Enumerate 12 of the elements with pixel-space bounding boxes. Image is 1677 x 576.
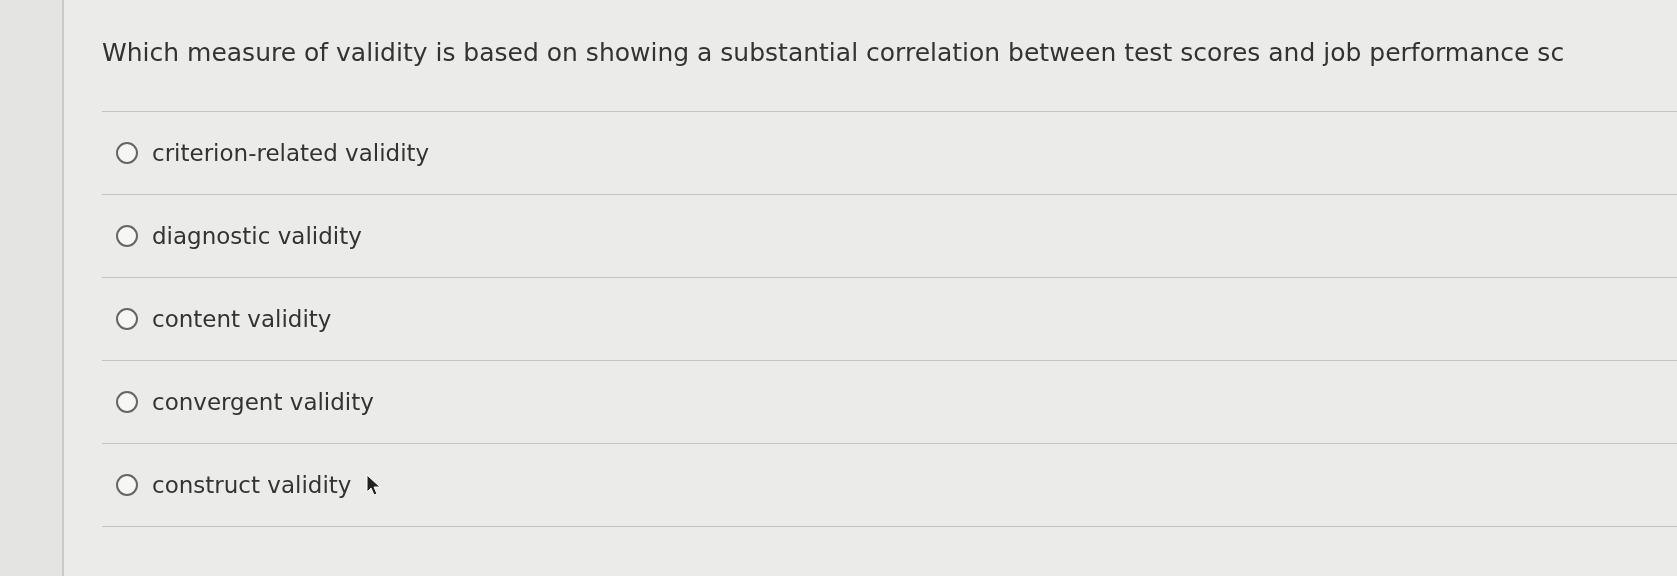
radio-button[interactable]: [116, 474, 138, 496]
option-label[interactable]: criterion-related validity: [152, 140, 430, 166]
option-label[interactable]: convergent validity: [152, 389, 374, 415]
question-text: Which measure of validity is based on showing a substantial correlation between test scores and job performance sc: [102, 38, 1566, 67]
radio-button[interactable]: [116, 308, 138, 330]
option-label[interactable]: construct validity: [152, 472, 352, 498]
radio-button[interactable]: [116, 391, 138, 413]
cursor-icon: [366, 474, 383, 496]
radio-button[interactable]: [116, 225, 138, 247]
option-label[interactable]: content validity: [152, 306, 332, 332]
option-label[interactable]: diagnostic validity: [152, 223, 362, 249]
radio-button[interactable]: [116, 142, 138, 164]
